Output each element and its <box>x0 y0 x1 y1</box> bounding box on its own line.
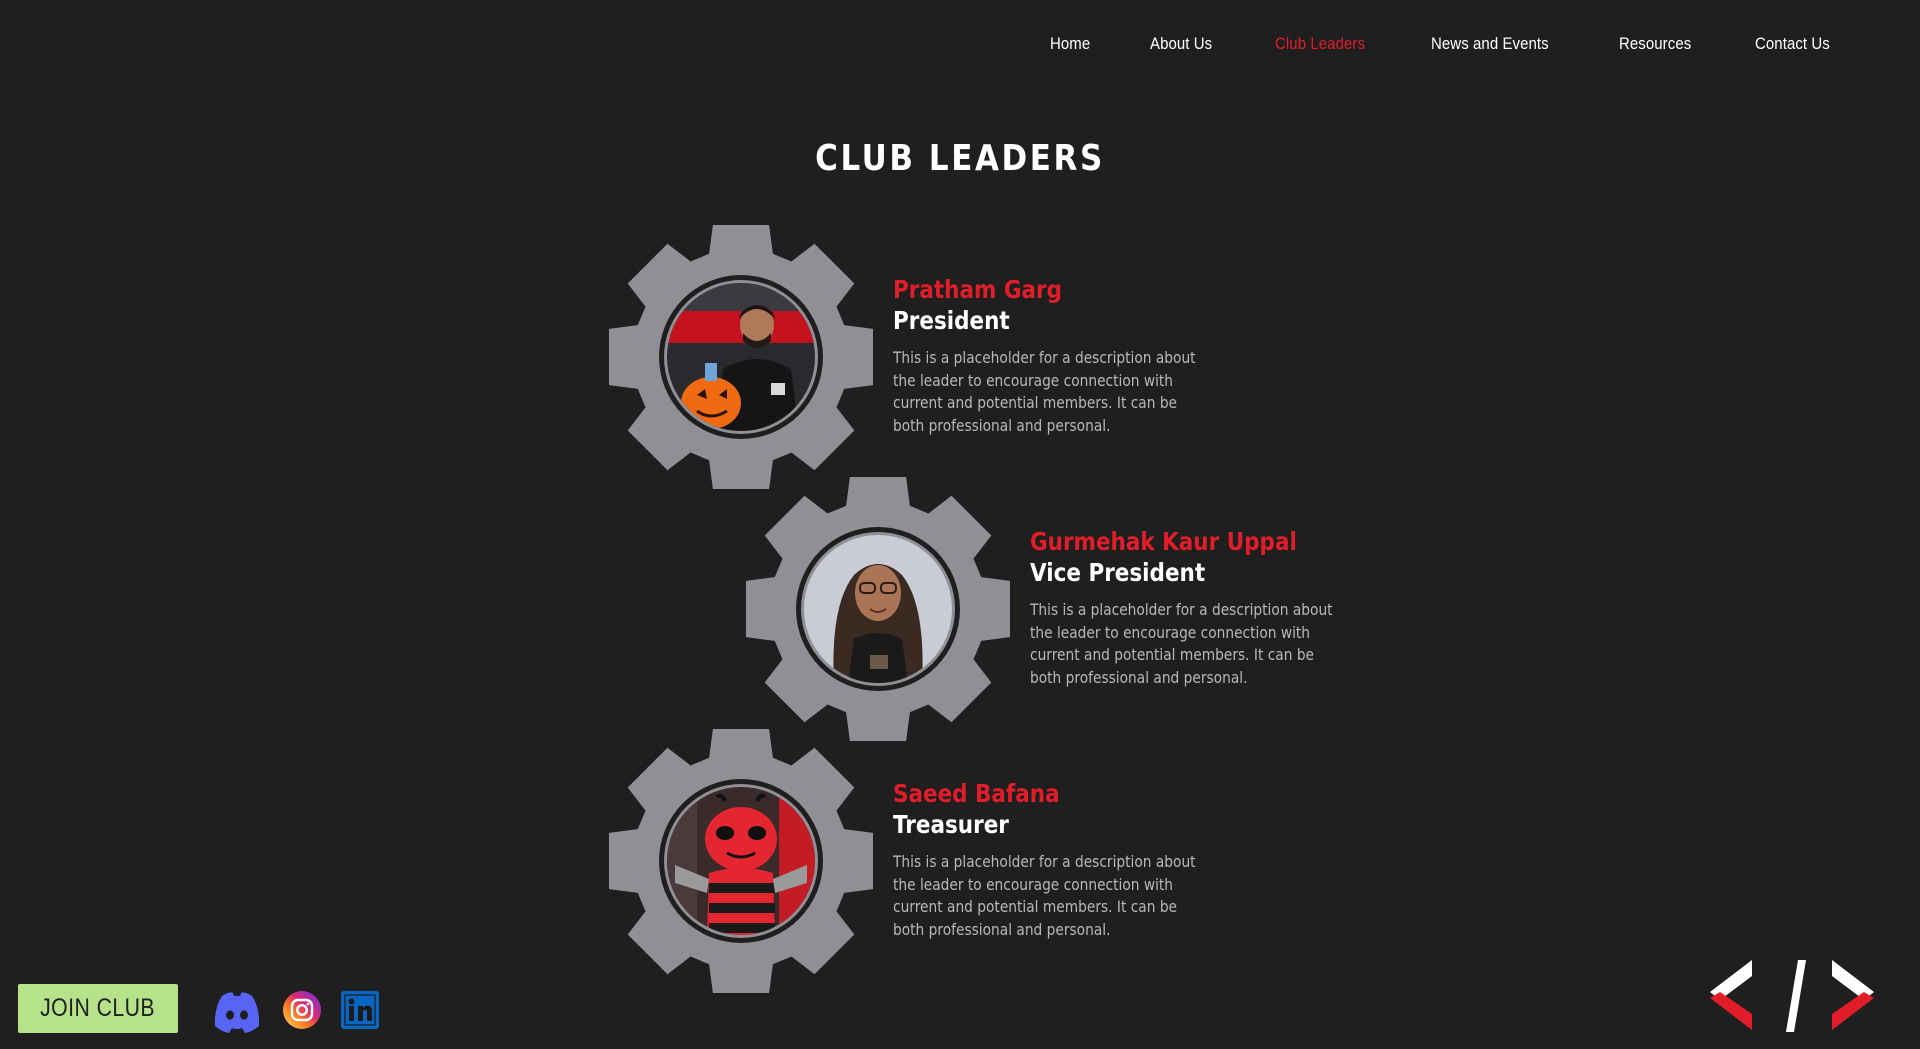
join-club-button[interactable]: JOIN CLUB <box>18 984 178 1033</box>
leader-photo <box>667 283 815 431</box>
leader-description: This is a placeholder for a description … <box>1030 600 1333 687</box>
leader-name: Pratham Garg <box>893 275 1063 304</box>
leader-info: Gurmehak Kaur Uppal Vice President This … <box>1030 527 1360 689</box>
instagram-link[interactable] <box>283 991 321 1033</box>
leader-name: Gurmehak Kaur Uppal <box>1030 527 1297 556</box>
leader-info: Saeed Bafana Treasurer This is a placeho… <box>893 779 1223 941</box>
leader-info: Pratham Garg President This is a placeho… <box>893 275 1223 437</box>
leader-card: Pratham Garg President This is a placeho… <box>605 221 1365 493</box>
linkedin-link[interactable] <box>341 991 379 1033</box>
leader-card: Saeed Bafana Treasurer This is a placeho… <box>605 725 1365 997</box>
code-brackets-logo <box>1710 960 1874 1032</box>
discord-icon <box>214 992 260 1033</box>
nav-home[interactable]: Home <box>1050 34 1090 54</box>
nav-contact-us[interactable]: Contact Us <box>1755 34 1830 54</box>
linkedin-icon <box>341 991 379 1029</box>
leader-photo <box>804 535 952 683</box>
join-club-label: JOIN CLUB <box>40 994 156 1022</box>
club-leaders-page: Home About Us Club Leaders News and Even… <box>0 0 1920 1049</box>
leader-name: Saeed Bafana <box>893 779 1060 808</box>
nav-club-leaders[interactable]: Club Leaders <box>1275 34 1365 54</box>
leader-role: Treasurer <box>893 810 1009 839</box>
leader-card: Gurmehak Kaur Uppal Vice President This … <box>742 473 1502 745</box>
nav-resources[interactable]: Resources <box>1619 34 1691 54</box>
leader-role: Vice President <box>1030 558 1206 587</box>
main-nav: Home About Us Club Leaders News and Even… <box>996 34 1840 54</box>
discord-link[interactable] <box>212 988 262 1040</box>
leader-description: This is a placeholder for a description … <box>893 852 1196 939</box>
instagram-icon <box>283 991 321 1029</box>
nav-news-and-events[interactable]: News and Events <box>1431 34 1549 54</box>
leader-description: This is a placeholder for a description … <box>893 348 1196 435</box>
leader-photo <box>667 787 815 935</box>
nav-about-us[interactable]: About Us <box>1150 34 1212 54</box>
page-title: CLUB LEADERS <box>815 138 1105 179</box>
leader-role: President <box>893 306 1010 335</box>
